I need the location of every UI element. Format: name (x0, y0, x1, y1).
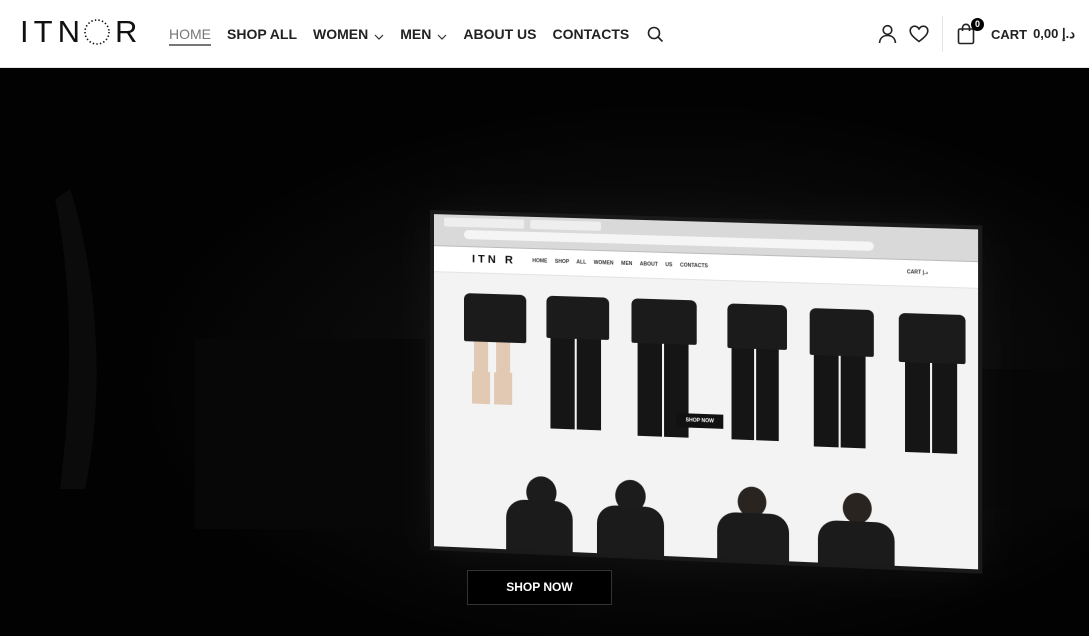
hero-banner: ITN R HOME SHOP ALL WOMEN MEN ABOUT US C… (0, 69, 1089, 636)
screen-nav: HOME SHOP ALL WOMEN MEN ABOUT US CONTACT… (532, 258, 708, 270)
nav-item-shop-all[interactable]: SHOP ALL (227, 0, 297, 68)
nav-item-home[interactable]: HOME (169, 0, 211, 68)
screen-logo: ITN R (472, 253, 516, 267)
brand-logo[interactable]: IT N R (20, 14, 143, 49)
nav-item-women[interactable]: WOMEN (313, 0, 384, 68)
logo-dotted-ring-icon (83, 18, 111, 46)
search-icon[interactable] (647, 25, 665, 43)
chevron-down-icon (374, 29, 384, 40)
nav-label: WOMEN (313, 26, 369, 42)
chevron-down-icon (437, 29, 447, 40)
header-actions: 0 CART د.إ 0,00 (877, 0, 1075, 68)
screen-shop-button: SHOP NOW (676, 412, 724, 429)
nav-label: HOME (169, 26, 211, 42)
logo-text-left: IT (20, 14, 58, 49)
nav-item-about-us[interactable]: ABOUT US (463, 0, 536, 68)
cart-button[interactable]: 0 CART د.إ 0,00 (957, 18, 1075, 45)
nav-label: ABOUT US (463, 26, 537, 42)
shop-now-button[interactable]: SHOP NOW (467, 570, 612, 605)
shopping-bag-icon: 0 (957, 18, 984, 45)
site-header: IT N R HOME SHOP ALL WOMEN MEN ABOUT US … (0, 0, 1089, 68)
heart-icon[interactable] (908, 23, 930, 45)
logo-text-mid: N (57, 14, 85, 49)
nav-item-contacts[interactable]: CONTACTS (552, 0, 629, 68)
nav-label: MEN (400, 26, 432, 42)
header-divider (941, 16, 943, 52)
screen-cart: CART د.إ (906, 269, 928, 277)
logo-text-right: R (114, 14, 143, 49)
cart-total: د.إ 0,00 (1033, 26, 1075, 41)
cart-count-badge: 0 (970, 18, 984, 31)
main-nav: HOME SHOP ALL WOMEN MEN ABOUT US CONTACT… (169, 0, 665, 68)
nav-item-men[interactable]: MEN (400, 0, 447, 68)
laptop-screen-image: ITN R HOME SHOP ALL WOMEN MEN ABOUT US C… (430, 210, 983, 574)
cart-label: CART (990, 26, 1028, 42)
nav-label: CONTACTS (552, 26, 630, 42)
nav-label: SHOP ALL (227, 26, 298, 42)
user-icon[interactable] (877, 23, 899, 45)
